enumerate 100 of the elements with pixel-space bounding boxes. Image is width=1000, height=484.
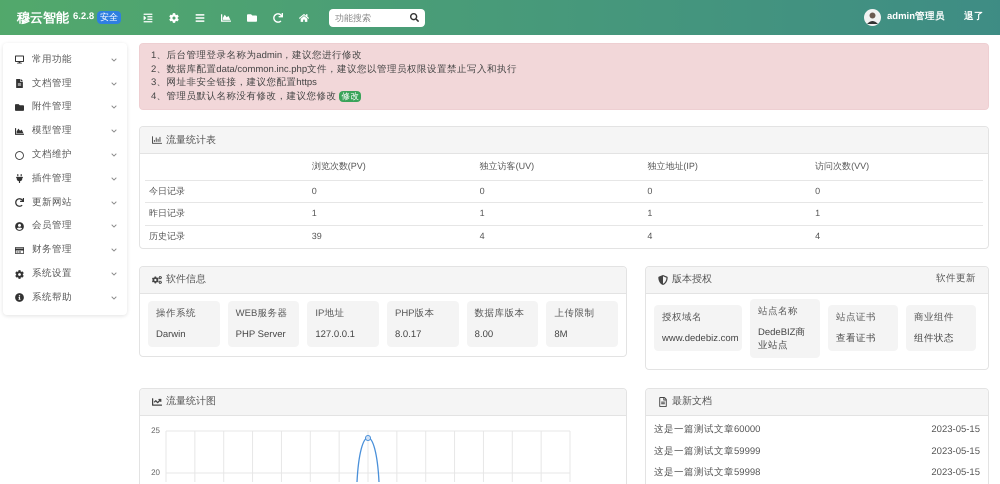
row-label: 历史记录 <box>145 225 312 248</box>
sidebar-item[interactable]: 附件管理 <box>3 96 127 120</box>
chevron-icon <box>111 128 117 134</box>
sidebar-item[interactable]: 会员管理 <box>3 214 127 238</box>
y-tick-label: 25 <box>151 426 160 436</box>
user-name[interactable]: admin管理员 <box>887 10 945 25</box>
chevron-icon <box>111 176 117 182</box>
avatar[interactable] <box>864 9 882 26</box>
sidebar-item[interactable]: 系统设置 <box>3 262 127 286</box>
column-header: 浏览次数(PV) <box>312 154 480 180</box>
shield-icon <box>658 274 668 284</box>
info-value: DedeBIZ商业站点 <box>758 326 806 352</box>
home-icon[interactable] <box>299 12 310 22</box>
refresh-icon[interactable] <box>273 12 284 22</box>
info-label: WEB服务器 <box>236 306 288 320</box>
table-cell: 39 <box>312 225 480 248</box>
table-cell: 1 <box>647 202 816 225</box>
table-cell: 1 <box>312 202 480 225</box>
info-label: PHP版本 <box>394 306 436 320</box>
indent-icon[interactable] <box>143 12 154 22</box>
info-value: 8.0.17 <box>394 328 422 340</box>
card-title: 版本授权 <box>672 272 712 287</box>
refresh-icon <box>15 198 24 208</box>
table-cell: 4 <box>480 225 648 248</box>
card-title: 流量统计表 <box>166 134 216 148</box>
folder-icon[interactable] <box>247 12 258 22</box>
table-cell: 0 <box>480 180 648 202</box>
card-title: 软件信息 <box>166 272 206 287</box>
info-value: 8.00 <box>474 328 494 340</box>
info-label: 商业组件 <box>914 311 955 324</box>
user-icon <box>15 222 24 231</box>
sidebar-item[interactable]: 更新网站 <box>3 190 127 215</box>
sidebar-item[interactable]: 系统帮助 <box>3 286 127 310</box>
table-cell: 0 <box>312 180 480 202</box>
row-label: 昨日记录 <box>145 202 312 225</box>
y-tick-label: 20 <box>151 468 160 478</box>
gears-icon <box>152 274 162 284</box>
chevron-icon <box>111 294 117 301</box>
chevron-icon <box>111 200 117 206</box>
table-cell: 4 <box>815 225 983 248</box>
monitor-icon <box>15 55 24 64</box>
logout-button[interactable]: 退了 <box>964 10 984 25</box>
plug-icon <box>15 174 24 184</box>
info-label: 上传限制 <box>554 306 596 320</box>
info-label: 站点证书 <box>836 311 877 324</box>
info-value: Darwin <box>156 328 187 340</box>
table-cell: 1 <box>815 202 983 225</box>
info-label: 站点名称 <box>758 304 799 318</box>
info-label: 授权域名 <box>662 311 703 324</box>
chevron-icon <box>111 152 117 158</box>
chevron-icon <box>111 104 117 110</box>
row-label: 今日记录 <box>145 180 312 202</box>
alert-line: 2、数据库配置data/common.inc.php文件，建议您以管理员权限设置禁止写入和执行 <box>151 62 518 77</box>
chevron-icon <box>111 271 117 278</box>
table-cell: 1 <box>480 202 648 225</box>
info-value: 查看证书 <box>836 332 877 345</box>
alert-line: 1、后台管理登录名称为admin，建议您进行修改 <box>151 49 362 64</box>
sidebar-item[interactable]: 文档管理 <box>3 72 127 96</box>
chevron-icon <box>111 223 117 230</box>
sidebar-item[interactable]: 模型管理 <box>3 119 127 144</box>
area-chart-icon <box>15 126 24 136</box>
area-chart-icon[interactable] <box>221 12 232 22</box>
search-field[interactable]: 功能搜索 <box>329 8 426 26</box>
sidebar-item[interactable]: 财务管理 <box>3 238 127 262</box>
info-label: 操作系统 <box>156 306 197 320</box>
card-title: 最新文档 <box>672 394 712 409</box>
info-value: 8M <box>554 328 569 340</box>
document-row[interactable]: 这是一篇测试文章59999 2023-05-15 <box>654 441 980 462</box>
folder-icon <box>15 102 24 112</box>
card-title: 流量统计图 <box>166 394 216 409</box>
info-value: PHP Server <box>236 328 287 340</box>
document-row[interactable]: 这是一篇测试文章60000 2023-05-15 <box>654 420 980 441</box>
version-label: 6.2.8 <box>73 10 94 24</box>
info-label: 数据库版本 <box>474 306 526 320</box>
settings-icon <box>15 270 24 279</box>
info-value: 127.0.0.1 <box>315 328 356 340</box>
sidebar-item[interactable]: 常用功能 <box>3 48 127 72</box>
line-chart-icon <box>152 396 162 406</box>
column-header: 独立访客(UV) <box>480 154 648 180</box>
info-label: IP地址 <box>315 306 346 320</box>
update-link[interactable]: 软件更新 <box>936 272 976 287</box>
table-cell: 4 <box>647 225 816 248</box>
document-icon <box>15 79 24 88</box>
document-row[interactable]: 这是一篇测试文章59998 2023-05-15 <box>654 462 980 484</box>
settings-icon[interactable] <box>169 12 180 22</box>
info-icon <box>15 293 24 302</box>
info-value: 组件状态 <box>914 332 955 345</box>
table-cell: 0 <box>815 180 983 202</box>
status-badge: 安全 <box>97 11 122 24</box>
alert-line: 4、管理员默认名称没有修改，建议您修改 <box>151 90 336 104</box>
column-header: 独立地址(IP) <box>647 154 816 180</box>
chevron-icon <box>111 56 117 63</box>
sidebar-item[interactable]: 插件管理 <box>3 166 127 191</box>
column-header: 访问次数(VV) <box>815 154 983 180</box>
chevron-icon <box>111 80 117 87</box>
menu-icon[interactable] <box>195 12 206 22</box>
chevron-icon <box>111 247 117 254</box>
sidebar-item[interactable]: 文档维护 <box>3 143 127 167</box>
search-icon[interactable] <box>410 13 420 22</box>
alert-line: 3、网址非安全链接，建议您配置https <box>151 76 317 90</box>
